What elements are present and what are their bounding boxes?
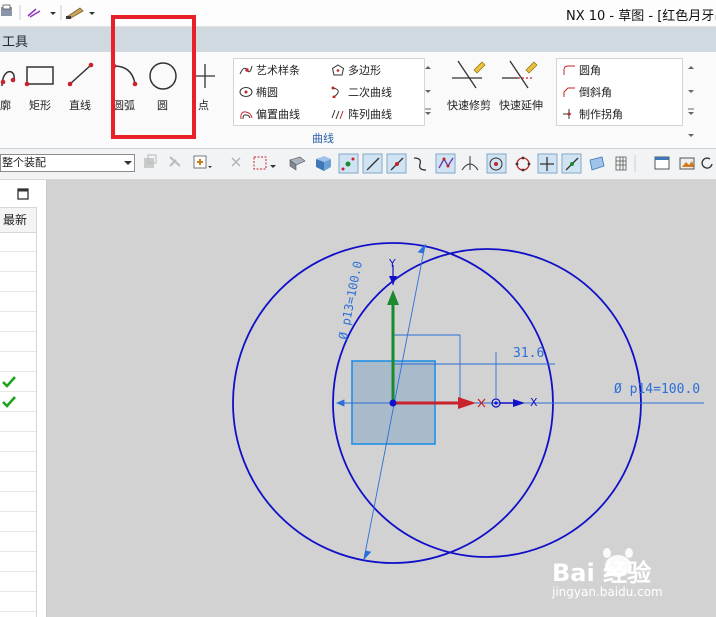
watermark-brand: Bai 经验 <box>552 559 652 587</box>
y-axis-label: Y <box>389 257 396 270</box>
y-axis-arrowhead <box>387 290 399 305</box>
sketch-geometry <box>232 242 704 577</box>
x-axis-arrowhead-2 <box>513 399 525 407</box>
x-axis-label-2: X <box>530 396 538 409</box>
dimension-horizontal[interactable]: 31.6 <box>513 346 544 361</box>
x-axis-arrowhead <box>458 397 476 409</box>
watermark-url: jingyan.baidu.com <box>552 585 663 599</box>
sketch-origin[interactable] <box>389 399 397 407</box>
dimension-p14[interactable]: Ø p14=100.0 <box>614 382 700 397</box>
